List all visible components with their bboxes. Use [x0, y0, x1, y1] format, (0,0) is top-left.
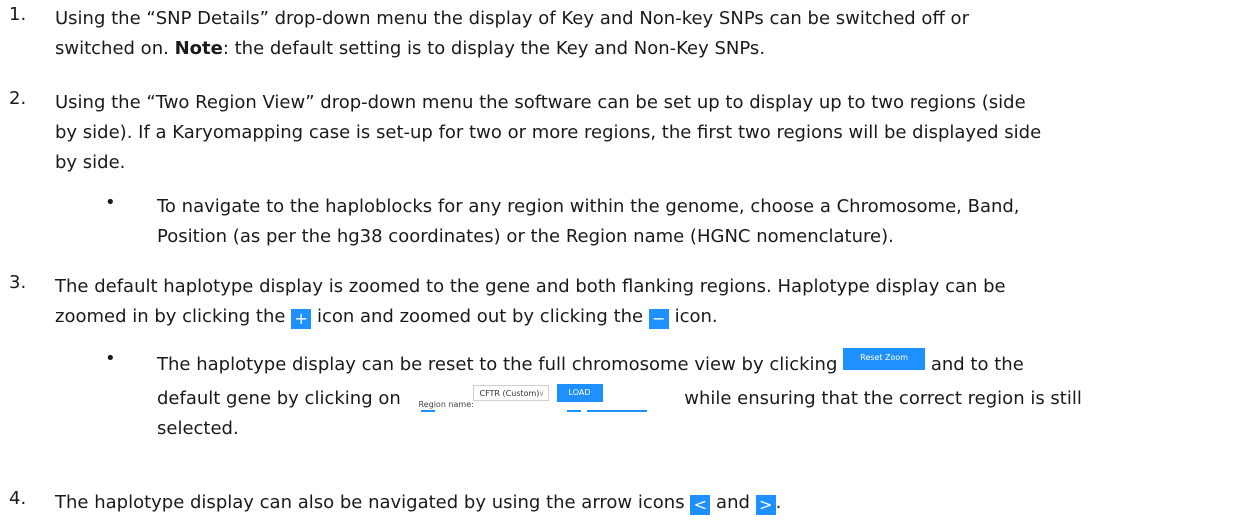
- zoom-out-icon[interactable]: −: [648, 309, 669, 329]
- underline-decoration: [586, 410, 647, 412]
- bullet-line: selected.: [157, 418, 239, 439]
- chevron-down-icon: ∨: [538, 389, 545, 398]
- item-line: by side.: [55, 152, 126, 173]
- region-name-select[interactable]: CFTR (Custom) ∨: [472, 385, 549, 401]
- underline-decoration: [566, 410, 581, 412]
- region-name-value: CFTR (Custom): [479, 389, 540, 398]
- bullet-text: and to the: [930, 354, 1024, 375]
- bullet-line: default gene by clicking on Region name:…: [157, 384, 1232, 414]
- bullet-text: while ensuring that the correct region i…: [684, 388, 1082, 409]
- item-line: Using the “Two Region View” drop-down me…: [55, 92, 1026, 113]
- region-name-label: Region name:: [418, 400, 474, 409]
- arrow-left-icon[interactable]: <: [690, 495, 711, 515]
- item-line: switched on. Note: the default setting i…: [55, 34, 1230, 64]
- reset-zoom-button[interactable]: Reset Zoom: [843, 348, 926, 370]
- bullet-line: To navigate to the haploblocks for any r…: [157, 196, 1020, 217]
- item-line: Using the “SNP Details” drop-down menu t…: [55, 8, 969, 29]
- load-button[interactable]: LOAD: [556, 384, 603, 402]
- underline-decoration: [420, 410, 435, 412]
- item-line: by side). If a Karyomapping case is set-…: [55, 122, 1042, 143]
- item-line: zoomed in by clicking the + icon and zoo…: [55, 302, 1230, 332]
- region-name-control: Region name: CFTR (Custom) ∨ LOAD: [407, 384, 679, 414]
- item-text: and: [716, 492, 750, 513]
- note-text: : the default setting is to display the …: [222, 38, 766, 59]
- bullet-line: The haplotype display can be reset to th…: [157, 348, 1232, 384]
- arrow-right-icon[interactable]: >: [755, 495, 776, 515]
- item-text: switched on.: [55, 38, 169, 59]
- item-line: The default haplotype display is zoomed …: [55, 276, 1006, 297]
- bullet-line: Position (as per the hg38 coordinates) o…: [157, 226, 894, 247]
- bullet-text: The haplotype display can be reset to th…: [157, 354, 838, 375]
- bullet-icon: •: [105, 192, 116, 213]
- item-number: 1.: [9, 4, 27, 25]
- item-text: The haplotype display can also be naviga…: [55, 492, 685, 513]
- item-line: The haplotype display can also be naviga…: [55, 488, 1230, 518]
- item-number: 2.: [9, 88, 27, 109]
- bullet-icon: •: [105, 348, 116, 369]
- item-text: icon.: [674, 306, 718, 327]
- document-page: 1. Using the “SNP Details” drop-down men…: [0, 0, 1236, 520]
- item-number: 4.: [9, 488, 27, 509]
- item-number: 3.: [9, 272, 27, 293]
- item-text: icon and zoomed out by clicking the: [316, 306, 644, 327]
- item-text: zoomed in by clicking the: [55, 306, 286, 327]
- note-label: Note: [174, 38, 223, 59]
- item-text: .: [775, 492, 782, 513]
- bullet-text: default gene by clicking on: [157, 388, 401, 409]
- zoom-in-icon[interactable]: +: [291, 309, 312, 329]
